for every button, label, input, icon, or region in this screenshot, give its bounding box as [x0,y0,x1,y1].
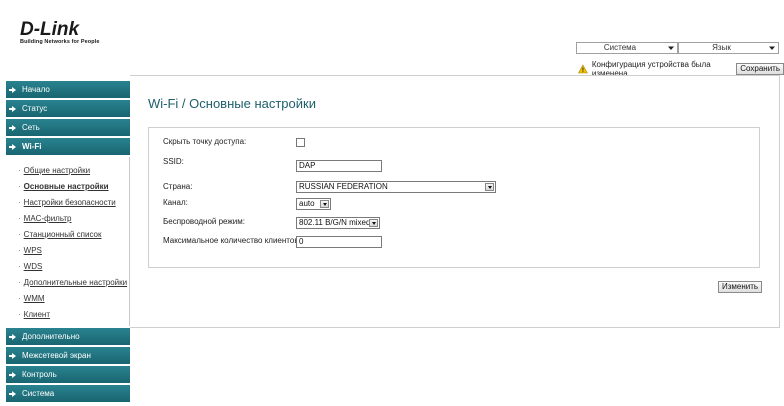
submenu-label: WMM [23,293,45,303]
bullet: · [18,277,21,287]
sidebar-item-label: Дополнительно [22,332,80,341]
channel-value: auto [299,199,315,208]
warning-icon [578,64,588,74]
wifi-basic-form: Скрыть точку доступа: SSID: DAP Страна: … [148,127,760,268]
arrow-right-icon [9,124,16,131]
language-value: Язык [712,43,731,52]
arrow-right-icon [9,143,16,150]
sidebar-item-label: Начало [22,85,50,94]
submenu-item-wmm[interactable]: · WMM [6,290,129,306]
submenu-item-station-list[interactable]: · Станционный список [6,226,129,242]
submenu-item-general[interactable]: · Общие настройки [6,162,129,178]
sidebar-item-firewall[interactable]: Межсетевой экран [6,347,130,364]
submenu-label: Дополнительные настройки [23,277,128,287]
hide-ap-checkbox[interactable] [296,138,305,147]
submenu-label: Основные настройки [23,181,109,191]
arrow-right-icon [9,105,16,112]
chevron-down-icon [668,46,674,50]
channel-select[interactable]: auto [296,198,331,210]
arrow-right-icon [9,333,16,340]
submenu-label: WDS [23,261,43,271]
arrow-right-icon [9,371,16,378]
hide-ap-label: Скрыть точку доступа: [163,137,247,146]
main-panel: Wi-Fi / Основные настройки Скрыть точку … [130,75,780,328]
submenu-item-wds[interactable]: · WDS [6,258,129,274]
chevron-down-icon [369,219,378,227]
max-clients-input[interactable]: 0 [296,236,382,248]
system-menu-select[interactable]: Система [576,42,678,54]
bullet: · [18,261,21,271]
wifi-submenu: · Общие настройки · Основные настройки · На… [6,157,130,326]
submenu-item-mac-filter[interactable]: · MAC-фильтр [6,210,129,226]
channel-label: Канал: [163,198,188,207]
chevron-down-icon [485,183,494,191]
arrow-right-icon [9,390,16,397]
logo-wordmark: D-Link [20,19,80,40]
max-clients-label: Максимальное количество клиентов: [163,236,301,245]
arrow-right-icon [9,86,16,93]
page-title: Wi-Fi / Основные настройки [148,96,316,111]
sidebar-nav: Начало Статус Сеть Wi-Fi · Общие настройк… [6,81,130,404]
sidebar-item-system[interactable]: Система [6,385,130,402]
bullet: · [18,197,21,207]
wireless-mode-value: 802.11 B/G/N mixed [299,218,371,227]
submenu-label: Клиент [23,309,50,319]
bullet: · [18,165,21,175]
save-button[interactable]: Сохранить [736,63,784,75]
submenu-label: Станционный список [23,229,102,239]
submenu-item-client[interactable]: · Клиент [6,306,129,322]
language-select[interactable]: Язык [678,42,779,54]
sidebar-item-status[interactable]: Статус [6,100,130,117]
submenu-item-wps[interactable]: · WPS [6,242,129,258]
country-select[interactable]: RUSSIAN FEDERATION [296,181,496,193]
wireless-mode-label: Беспроводной режим: [163,217,245,226]
arrow-right-icon [9,352,16,359]
bullet: · [18,181,21,191]
submenu-item-basic[interactable]: · Основные настройки [6,178,129,194]
bullet: · [18,229,21,239]
bullet: · [18,293,21,303]
bullet: · [18,245,21,255]
bullet: · [18,213,21,223]
wireless-mode-select[interactable]: 802.11 B/G/N mixed [296,217,380,229]
sidebar-item-control[interactable]: Контроль [6,366,130,383]
country-value: RUSSIAN FEDERATION [299,182,388,191]
submenu-label: WPS [23,245,42,255]
country-label: Страна: [163,182,193,191]
chevron-down-icon [769,46,775,50]
sidebar-item-advanced[interactable]: Дополнительно [6,328,130,345]
system-menu-value: Система [603,43,637,52]
ssid-input[interactable]: DAP [296,160,382,172]
submenu-item-advanced[interactable]: · Дополнительные настройки [6,274,129,290]
submenu-label: Общие настройки [23,165,91,175]
sidebar-item-label: Межсетевой экран [22,351,91,360]
bullet: · [18,309,21,319]
sidebar-item-network[interactable]: Сеть [6,119,130,136]
sidebar-item-label: Wi-Fi [22,142,42,151]
dlink-logo: D-Link Building Networks for People [20,20,100,45]
sidebar-item-wifi[interactable]: Wi-Fi [6,138,130,155]
sidebar-item-home[interactable]: Начало [6,81,130,98]
submenu-label: MAC-фильтр [23,213,72,223]
change-button[interactable]: Изменить [718,281,763,293]
logo-tagline: Building Networks for People [20,39,100,45]
chevron-down-icon [320,200,329,208]
submenu-label: Настройки безопасности [23,197,116,207]
ssid-label: SSID: [163,157,184,166]
sidebar-item-label: Контроль [22,370,57,379]
submenu-item-security[interactable]: · Настройки безопасности [6,194,129,210]
config-changed-notice: Конфигурация устройства была изменена Со… [578,60,784,78]
sidebar-item-label: Сеть [22,123,40,132]
sidebar-item-label: Система [22,389,55,398]
sidebar-item-label: Статус [22,104,48,113]
